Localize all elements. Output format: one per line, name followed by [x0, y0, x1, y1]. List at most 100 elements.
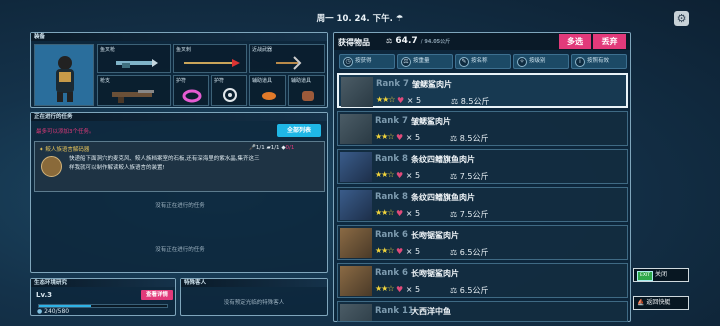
loot-item-row[interactable]: Rank 7 皱鳃鲨肉片 ★★☆ ♥ × 5 ⚖ 8.5公斤 [337, 111, 628, 146]
fish-icon: ♥ [396, 133, 404, 142]
date-time: 周一 10. 24. 下午. ☂ [316, 14, 404, 24]
fish-icon: ♥ [396, 209, 404, 218]
weight-icon: ⚖ [386, 37, 393, 45]
pickaxe-icon [276, 56, 302, 70]
item-thumbnail [340, 266, 372, 296]
tab-sort-weight[interactable]: ⚖ 按重量 [397, 54, 453, 69]
return-label: 返回快艇 [646, 299, 671, 306]
item-thumbnail [340, 114, 372, 144]
rifle-icon [112, 90, 154, 103]
item-name: 条纹四鳍旗鱼肉片 [411, 155, 475, 164]
fish-icon: ♥ [396, 285, 404, 294]
guest-panel: 特殊客人 没有预定光临的特殊客人 [180, 278, 328, 316]
item-weight: ⚖ 7.5公斤 [450, 210, 489, 219]
fish-icon: ♥ [397, 96, 405, 105]
weather-icon: ☂ [395, 14, 404, 24]
item-thumbnail [340, 228, 372, 258]
item-stars: ★★☆ [375, 208, 394, 217]
item-weight: ⚖ 6.5公斤 [450, 286, 489, 295]
item-stars: ★★☆ [375, 246, 394, 255]
gear-icon[interactable]: ⚙ [674, 11, 689, 26]
loot-item-row[interactable]: Rank 11 大西洋中鱼 [337, 301, 628, 322]
empty-task-2: 没有正在进行的任务 [155, 247, 205, 253]
close-label: 关闭 [654, 271, 667, 278]
ecology-panel: 生态环境研究 Lv.3 查看详情 ● 240/580 [30, 278, 176, 316]
item-rank: Rank 6 [375, 230, 408, 240]
item-rank: Rank 8 [375, 154, 408, 164]
weight-icon: ⚖ [401, 57, 411, 67]
slot-melee[interactable]: 近战武器 [249, 44, 325, 73]
ecology-detail-button[interactable]: 查看详情 [141, 290, 173, 300]
rank-icon: ✧ [517, 57, 527, 67]
task-description: 快递船下面洞穴的麦克风、鲛人族档案室的石板,还有深海里的紫水晶,集齐这三 样我就… [69, 156, 260, 171]
weight-icon: ⚖ [450, 172, 458, 181]
all-tasks-button[interactable]: 全部列表 [277, 124, 321, 137]
loot-item-row[interactable]: Rank 8 条纹四鳍旗鱼肉片 ★★☆ ♥ × 5 ⚖ 7.5公斤 [337, 149, 628, 184]
equipment-title: 装备 [31, 33, 327, 41]
slot-aux-1[interactable]: 辅助道具 [249, 75, 286, 106]
multi-select-button[interactable]: 多选 [559, 34, 591, 49]
character-portrait[interactable] [34, 44, 94, 106]
item-quantity: ♥ × 5 [396, 247, 421, 256]
weight-icon: ⚖ [450, 134, 458, 143]
weight-icon: ⚖ [450, 210, 458, 219]
guest-empty-text: 没有预定光临的特殊客人 [223, 300, 285, 306]
item-rank: Rank 7 [375, 116, 408, 126]
ecology-level: Lv.3 [36, 291, 52, 299]
empty-task-1: 没有正在进行的任务 [155, 203, 205, 209]
gem-icon: ● [37, 308, 43, 315]
slot-gun[interactable]: 枪支 [97, 75, 171, 106]
slot-harpoon-spear[interactable]: 鱼叉刺 [173, 44, 247, 73]
item-thumbnail [341, 77, 373, 107]
item-quantity: ♥ × 5 [396, 285, 421, 294]
name-tag-icon: ✎ [459, 57, 469, 67]
guest-title: 特殊客人 [181, 279, 327, 287]
fish-icon: ♥ [396, 171, 404, 180]
slot-charm-2[interactable]: 护符 [211, 75, 247, 106]
npc-avatar [41, 156, 62, 177]
ring-icon [182, 89, 202, 103]
harpoon-gun-icon [116, 59, 158, 68]
diver-icon [56, 56, 74, 102]
tab-sort-obtained[interactable]: ◷ 按获得 [339, 54, 395, 69]
tab-sort-rank[interactable]: ✧ 按级别 [513, 54, 569, 69]
loot-item-row[interactable]: Rank 6 长吻锯鲨肉片 ★★☆ ♥ × 5 ⚖ 6.5公斤 [337, 263, 628, 298]
loot-item-row[interactable]: Rank 7 皱鳃鲨肉片 ★★☆ ♥ × 5 ⚖ 8.5公斤 [337, 73, 628, 108]
pot-item-icon [302, 91, 314, 101]
task-requirements: 🎤1/1 ▰1/1 ◆0/1 [249, 145, 295, 151]
loot-item-row[interactable]: Rank 6 长吻锯鲨肉片 ★★☆ ♥ × 5 ⚖ 6.5公斤 [337, 225, 628, 260]
close-button[interactable]: EXIT 关闭 [633, 268, 689, 282]
harpoon-spear-icon [184, 59, 240, 67]
weight-icon: ⚖ [450, 248, 458, 257]
tab-sort-valid[interactable]: i 按照有效 [571, 54, 627, 69]
loot-item-row[interactable]: Rank 8 条纹四鳍旗鱼肉片 ★★☆ ♥ × 5 ⚖ 7.5公斤 [337, 187, 628, 222]
item-name: 皱鳃鲨肉片 [412, 80, 452, 89]
tasks-title: 正在进行的任务 [31, 113, 327, 121]
slot-harpoon-gun[interactable]: 鱼叉枪 [97, 44, 171, 73]
task-icon: ✦ [39, 147, 44, 153]
tab-sort-name[interactable]: ✎ 按名称 [455, 54, 511, 69]
active-task-card[interactable]: ✦ 鲛人族语言解码器 🎤1/1 ▰1/1 ◆0/1 快递船下面洞穴的麦克风、鲛人… [34, 141, 325, 192]
ecology-title: 生态环境研究 [31, 279, 175, 287]
item-quantity: ♥ × 5 [397, 96, 422, 105]
return-boat-button[interactable]: ⛵ 返回快艇 [633, 296, 689, 310]
exit-key-icon: EXIT [637, 271, 654, 281]
item-rank: Rank 11 [375, 306, 414, 316]
item-thumbnail [340, 190, 372, 220]
fish-icon: ♥ [396, 247, 404, 256]
slot-charm-1[interactable]: 护符 [173, 75, 209, 106]
info-icon: i [575, 57, 585, 67]
item-name: 大西洋中鱼 [411, 307, 451, 316]
item-rank: Rank 6 [375, 268, 408, 278]
item-weight: ⚖ 6.5公斤 [450, 248, 489, 257]
item-name: 长吻锯鲨肉片 [411, 269, 459, 278]
tasks-subtitle: 最多可以添加3个任务。 [36, 129, 95, 135]
item-name: 皱鳃鲨肉片 [411, 117, 451, 126]
item-rank: Rank 7 [376, 79, 409, 89]
item-stars: ★★☆ [376, 95, 395, 104]
slot-aux-2[interactable]: 辅助道具 [288, 75, 325, 106]
item-name: 长吻锯鲨肉片 [411, 231, 459, 240]
discard-button[interactable]: 丢弃 [593, 34, 626, 49]
crab-item-icon [262, 92, 276, 100]
item-weight: ⚖ 8.5公斤 [451, 97, 490, 106]
